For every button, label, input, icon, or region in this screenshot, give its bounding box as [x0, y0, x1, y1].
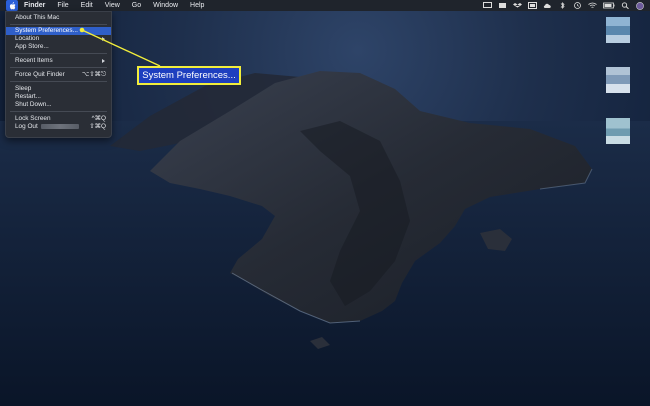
callout-label: System Preferences...	[137, 66, 241, 85]
callout-pointer	[79, 27, 161, 67]
